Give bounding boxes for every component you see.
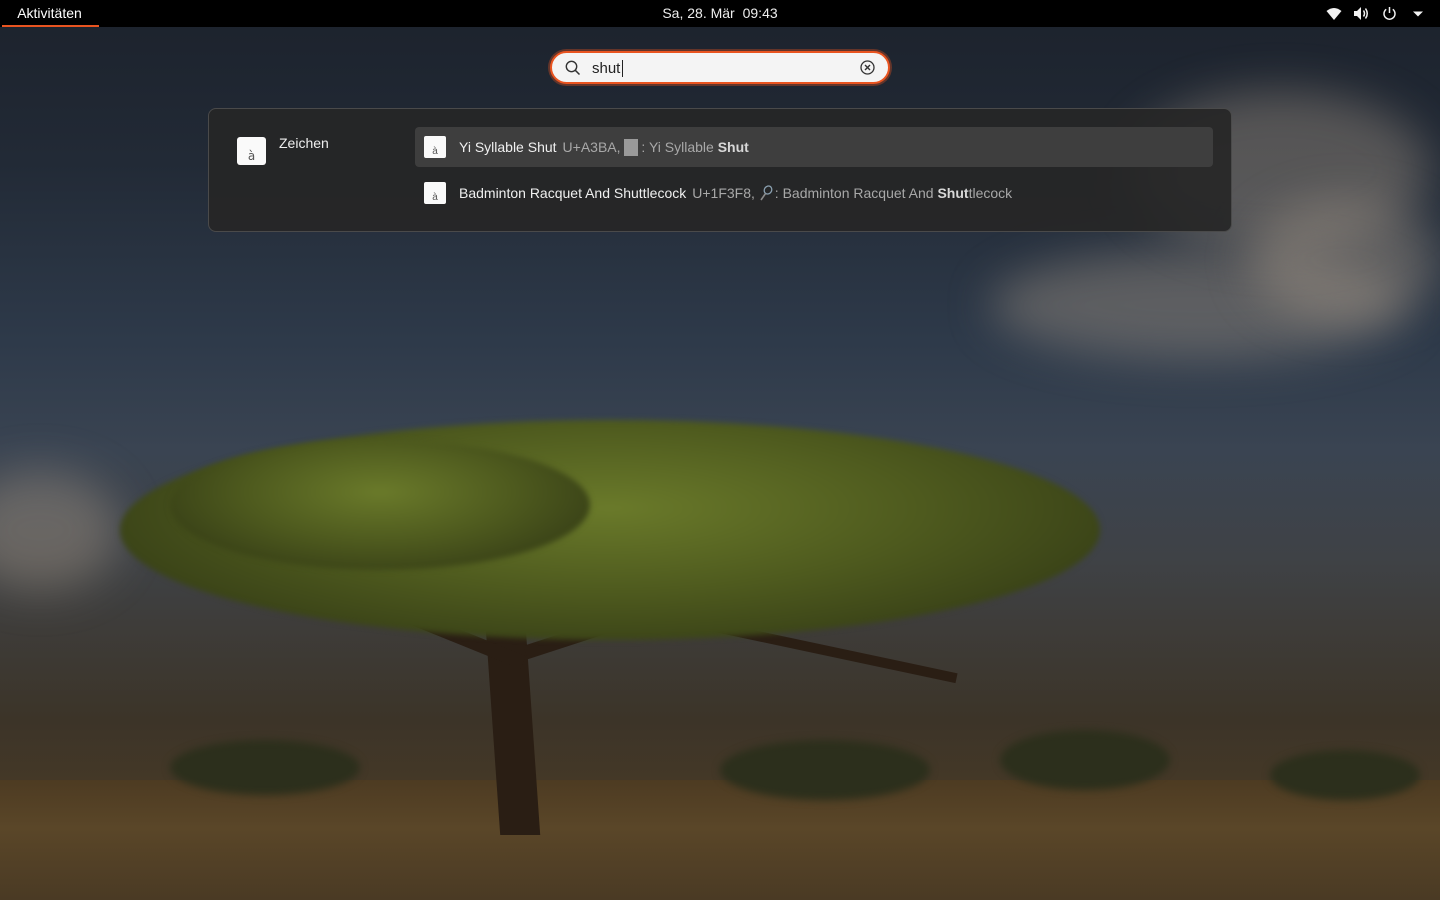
- provider-icon-glyph: à: [247, 149, 256, 163]
- wallpaper-shrub: [720, 740, 930, 800]
- badminton-racquet-icon: [759, 185, 773, 201]
- result-desc-prefix: : Yi Syllable: [641, 139, 718, 155]
- system-tray[interactable]: [1325, 0, 1426, 27]
- wallpaper-shrub: [1270, 750, 1420, 800]
- clock-button[interactable]: Sa, 28. Mär 09:43: [0, 0, 1440, 27]
- clear-search-icon[interactable]: [859, 59, 876, 76]
- search-input[interactable]: [592, 58, 852, 78]
- result-codepoint: U+A3BA,: [562, 139, 621, 155]
- chevron-down-icon[interactable]: [1409, 5, 1426, 22]
- result-desc-match: Shut: [937, 185, 969, 201]
- wallpaper-cloud: [1250, 200, 1440, 320]
- power-icon[interactable]: [1381, 5, 1398, 22]
- character-icon: à: [424, 136, 446, 158]
- character-icon: à: [424, 182, 446, 204]
- provider-name: Zeichen: [279, 135, 329, 151]
- result-description: U+A3BA, : Yi Syllable Shut: [562, 138, 749, 156]
- characters-app-icon[interactable]: à: [237, 137, 266, 165]
- character-icon-glyph: à: [432, 146, 438, 157]
- result-desc-prefix: : Badminton Racquet And: [774, 185, 938, 201]
- result-desc-suffix: tlecock: [968, 185, 1013, 201]
- character-icon-glyph: à: [432, 192, 438, 203]
- wifi-icon[interactable]: [1325, 5, 1342, 22]
- text-cursor: [622, 60, 623, 77]
- wallpaper-grass: [0, 780, 1440, 900]
- result-title: Yi Syllable Shut: [459, 139, 557, 155]
- result-item-badminton-racquet[interactable]: à Badminton Racquet And Shuttlecock U+1F…: [415, 173, 1213, 213]
- wallpaper-shrub: [170, 740, 360, 795]
- result-title: Badminton Racquet And Shuttlecock: [459, 185, 687, 201]
- result-codepoint: U+1F3F8,: [692, 185, 755, 201]
- result-description: U+1F3F8, : Badminton Racquet And Shut tle…: [692, 185, 1012, 201]
- clock-time: 09:43: [742, 5, 778, 21]
- missing-glyph-box: [624, 138, 639, 156]
- top-bar: Aktivitäten Sa, 28. Mär 09:43: [0, 0, 1440, 27]
- wallpaper-tree-canopy: [170, 440, 590, 570]
- search-box[interactable]: [550, 51, 890, 84]
- result-item-yi-syllable-shut[interactable]: à Yi Syllable Shut U+A3BA, : Yi Syllable…: [415, 127, 1213, 167]
- wallpaper-cloud: [0, 470, 120, 590]
- search-icon: [564, 59, 582, 77]
- result-desc-match: Shut: [717, 139, 749, 155]
- clock-date: Sa, 28. Mär: [662, 5, 735, 21]
- volume-icon[interactable]: [1353, 5, 1370, 22]
- desktop-background: Aktivitäten Sa, 28. Mär 09:43 shut à Zei…: [0, 0, 1440, 900]
- wallpaper-shrub: [1000, 730, 1170, 790]
- search-results-panel: à Zeichen à Yi Syllable Shut U+A3BA, : Y…: [208, 108, 1232, 232]
